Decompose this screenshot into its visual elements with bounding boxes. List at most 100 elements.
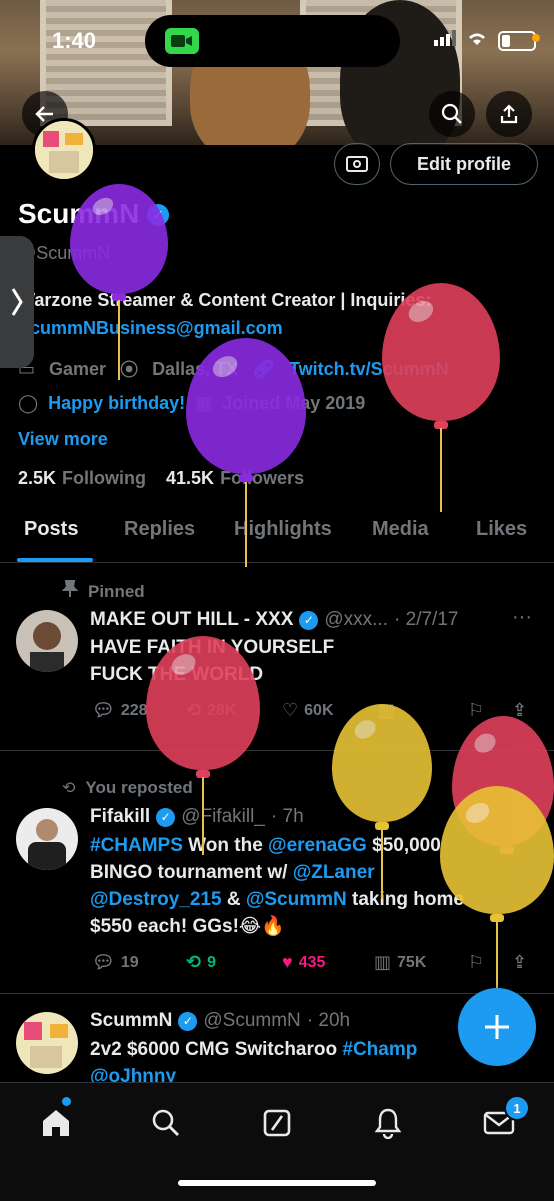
profile-location: Dallas, TX [152,358,239,379]
repost-button[interactable]: ⟲ 28K [186,700,236,721]
tweet-avatar[interactable] [16,1012,78,1074]
tweet-author[interactable]: Fifakill [90,806,150,828]
followers-count[interactable]: 41.5K [166,468,214,489]
reply-count: 19 [120,953,139,971]
tweet-text-segment: 2v2 $6000 CMG Switcharoo [90,1039,343,1060]
tweet-mention[interactable]: @ZLaner [293,862,375,883]
view-more-link[interactable]: View more [18,429,108,450]
tweet-mention[interactable]: @oJhnny [90,1063,510,1082]
tab-media[interactable]: Media [372,518,429,541]
home-unread-dot [62,1097,71,1106]
birthday-link[interactable]: Happy birthday! [48,393,185,414]
tweet-mention[interactable]: @Destroy_215 [90,889,222,910]
views-button[interactable]: ▥ 75K [374,952,426,973]
like-count: 60K [304,701,334,719]
verified-badge-icon: ✓ [156,807,176,827]
notifications-tab[interactable] [368,1103,408,1143]
following-count[interactable]: 2.5K [18,468,56,489]
grok-tab[interactable] [257,1103,297,1143]
tab-likes[interactable]: Likes [476,518,527,541]
home-indicator [178,1180,376,1186]
profile-category: Gamer [49,358,107,379]
tweet-time: · 2/7/17 [394,609,459,630]
like-count: 435 [298,953,326,971]
home-tab[interactable] [36,1103,76,1143]
following-label[interactable]: Following [62,468,146,489]
video-call-icon [165,28,199,54]
views-count: 75K [397,953,427,971]
profile-bio-email-link[interactable]: ScummNBusiness@gmail.com [18,318,283,339]
tweet-header: Fifakill ✓ @Fifakill_ · 7h [90,806,304,828]
tweet-mention[interactable]: @erenaGG [268,835,367,856]
tweet-hashtag[interactable]: #CHAMPS [90,835,183,856]
profile-name-text: ScummN [18,198,140,229]
professional-dashboard-button[interactable] [334,143,380,185]
tweet-divider [0,750,554,751]
tab-highlights[interactable]: Highlights [234,518,332,541]
plus-icon [485,1015,509,1039]
share-icon[interactable]: ⇪ [512,700,527,721]
privacy-indicator [532,34,540,42]
repost-count: 9 [207,953,216,971]
profile-website-link[interactable]: Twitch.tv/ScummN [289,359,449,380]
tab-posts[interactable]: Posts [24,518,78,541]
tweet-text-segment: $50,000 [366,835,441,856]
verified-badge-icon: ✓ [178,1011,198,1031]
dashboard-icon [346,156,368,172]
profile-avatar[interactable] [32,118,96,182]
link-icon: 🔗︎ [252,358,275,379]
battery-icon [498,30,536,51]
reply-button[interactable]: 💬︎ 228 [92,700,148,721]
verified-badge-icon: ✓ [147,204,170,226]
status-time: 1:40 [52,28,97,53]
pinned-label: Pinned [88,581,145,601]
search-icon [152,1109,179,1136]
heart-filled-icon: ♥ [282,952,293,972]
tweet-handle[interactable]: @xxx... [324,609,388,631]
bell-icon [374,1108,402,1139]
like-button[interactable]: ♡ 60K [282,700,334,721]
repost-icon: ⟲ [186,952,202,972]
share-button[interactable] [486,91,532,137]
tweet-avatar[interactable] [16,610,78,672]
compose-post-button[interactable] [458,988,536,1066]
grok-icon [263,1109,291,1137]
search-tab[interactable] [146,1103,186,1143]
repost-icon: ⟲ [186,700,202,720]
more-options-icon[interactable]: ··· [512,606,532,629]
share-icon[interactable]: ⇪ [512,952,527,973]
tweet-handle[interactable]: @Fifakill_ [181,806,265,828]
bookmark-icon[interactable]: ⚐ [468,700,484,721]
tweet-author[interactable]: ScummN [90,1010,172,1032]
tweet-divider [0,993,554,994]
balloon-string [440,428,442,512]
tweet-text-segment: $550 each! GGs!😂🔥 [90,916,285,937]
location-icon: ⦿ [120,360,139,380]
reply-icon: 💬︎ [92,700,115,720]
reply-button[interactable]: 💬︎ 19 [92,952,139,973]
views-icon[interactable]: ▥ [378,700,395,721]
tweet-context: ⟲ You reposted [62,778,193,798]
verified-badge-icon: ✓ [299,610,319,630]
tweet-mention[interactable]: @ScummN [246,889,347,910]
search-button[interactable] [429,91,475,137]
tweet-hashtag[interactable]: #Champ [342,1039,417,1060]
tweet-text-segment: taking home [346,889,464,910]
tweet-header: MAKE OUT HILL - XXX ✓ @xxx... · 2/7/17 [90,609,458,631]
tweet-author[interactable]: MAKE OUT HILL - XXX [90,609,293,631]
tab-replies[interactable]: Replies [124,518,195,541]
wifi-icon [466,30,488,51]
side-panel-handle[interactable] [0,236,34,368]
tweet-time: · 20h [306,1010,351,1031]
bookmark-icon[interactable]: ⚐ [468,952,484,973]
followers-label[interactable]: Followers [220,468,304,489]
tweet-time: · 7h [270,806,304,827]
tweet-context: Pinned [61,580,145,603]
home-icon [43,1110,69,1136]
tweet-handle[interactable]: @ScummN [203,1010,300,1032]
tweet-text: #CHAMPS Won the @erenaGG $50,000 BINGO t… [90,832,540,940]
tweet-avatar[interactable] [16,808,78,870]
edit-profile-button[interactable]: Edit profile [390,143,538,185]
like-button[interactable]: ♥ 435 [282,952,325,973]
repost-button[interactable]: ⟲ 9 [186,952,216,973]
